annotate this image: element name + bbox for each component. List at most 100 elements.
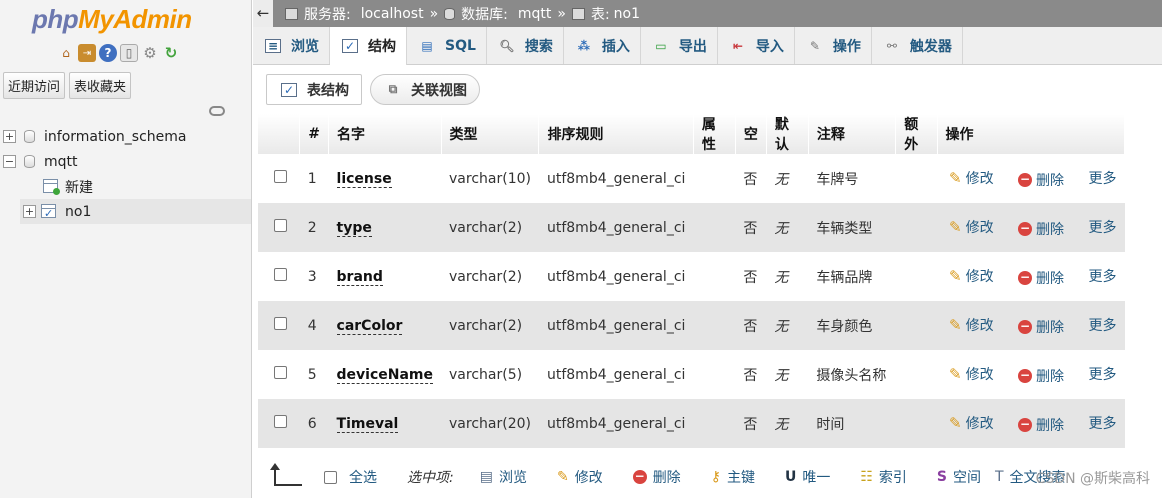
database-icon: [444, 7, 456, 20]
bulk-edit-button[interactable]: ✎ 修改: [557, 467, 603, 487]
delete-icon: −: [1018, 171, 1033, 187]
bulk-primary-key-button[interactable]: ⚷ 主键: [711, 467, 755, 487]
collapse-nav-arrow-icon[interactable]: ←: [253, 0, 273, 27]
table-row: 5 deviceName varchar(5) utf8mb4_general_…: [258, 350, 1125, 399]
tab-export[interactable]: ▭ 导出: [641, 27, 718, 64]
delete-field-link[interactable]: − 删除: [1018, 268, 1064, 288]
breadcrumb-server[interactable]: localhost: [361, 6, 424, 22]
breadcrumb-database[interactable]: mqtt: [518, 6, 552, 22]
structure-table: # 名字 类型 排序规则 属性 空 默认 注释 额外 操作 1 license …: [258, 114, 1126, 448]
field-name[interactable]: deviceName: [336, 366, 434, 384]
delete-field-link[interactable]: − 删除: [1018, 366, 1064, 386]
column-header[interactable]: 属性: [693, 114, 736, 154]
field-collation: utf8mb4_general_ci: [538, 154, 694, 203]
more-actions-link[interactable]: 更多: [1089, 168, 1117, 188]
delete-field-link[interactable]: − 删除: [1018, 170, 1064, 190]
more-actions-link[interactable]: 更多: [1089, 266, 1117, 286]
main-tabs: ≡ 浏览 ✓ 结构 ▤ SQL 🔍︎ 搜索 ⁂ 插入 ▭ 导出 ⇤ 导入 ✎ 操作 ⚯ 触发器: [253, 27, 1162, 65]
tree-item-no1[interactable]: + ✓ no1: [20, 199, 251, 224]
collapse-minus-icon[interactable]: −: [3, 155, 16, 168]
bulk-index-button[interactable]: ☷ 索引: [860, 467, 907, 487]
breadcrumb-table[interactable]: no1: [614, 6, 640, 22]
fulltext-icon: T: [994, 469, 1004, 485]
field-extra: [895, 203, 938, 252]
documentation-icon[interactable]: ▯: [120, 44, 138, 62]
tab-import[interactable]: ⇤ 导入: [718, 27, 795, 64]
field-name[interactable]: license: [336, 170, 392, 188]
favorite-tables-button[interactable]: 表收藏夹: [69, 72, 132, 99]
more-actions-link[interactable]: 更多: [1089, 413, 1117, 433]
delete-field-link[interactable]: − 删除: [1018, 415, 1064, 435]
more-actions-link[interactable]: 更多: [1089, 315, 1117, 335]
more-actions-link[interactable]: 更多: [1089, 217, 1117, 237]
expand-plus-icon[interactable]: +: [3, 130, 16, 143]
row-checkbox[interactable]: [274, 317, 287, 330]
field-type: varchar(5): [441, 350, 539, 399]
tab-triggers[interactable]: ⚯ 触发器: [872, 27, 963, 64]
row-checkbox[interactable]: [274, 366, 287, 379]
pencil-icon: ✎: [949, 413, 962, 432]
settings-gear-icon[interactable]: ⚙: [141, 44, 159, 62]
pencil-icon: ✎: [949, 315, 962, 334]
column-header[interactable]: 名字: [328, 114, 442, 154]
subtab-table-structure[interactable]: ✓ 表结构: [266, 74, 362, 105]
field-name[interactable]: type: [336, 219, 372, 237]
edit-field-link[interactable]: ✎ 修改: [949, 315, 994, 335]
column-header[interactable]: 排序规则: [538, 114, 694, 154]
edit-field-link[interactable]: ✎ 修改: [949, 266, 994, 286]
edit-field-link[interactable]: ✎ 修改: [949, 168, 994, 188]
tab-search[interactable]: 🔍︎ 搜索: [487, 27, 564, 64]
logout-icon[interactable]: ⇥: [78, 44, 96, 62]
field-name[interactable]: carColor: [336, 317, 403, 335]
reload-icon[interactable]: ↻: [162, 44, 180, 62]
link-with-main-panel-icon[interactable]: [209, 106, 225, 116]
table-row: 2 type varchar(2) utf8mb4_general_ci 否 无…: [258, 203, 1125, 252]
edit-field-link[interactable]: ✎ 修改: [949, 364, 994, 384]
tab-operations[interactable]: ✎ 操作: [795, 27, 872, 64]
tab-structure[interactable]: ✓ 结构: [330, 27, 407, 65]
bulk-delete-button[interactable]: − 删除: [632, 467, 681, 487]
column-header[interactable]: 额外: [895, 114, 938, 154]
spatial-icon: S: [936, 469, 947, 485]
delete-field-link[interactable]: − 删除: [1018, 317, 1064, 337]
select-all-label[interactable]: 全选: [349, 467, 377, 487]
column-header[interactable]: 空: [735, 114, 767, 154]
more-actions-link[interactable]: 更多: [1089, 364, 1117, 384]
bulk-spatial-button[interactable]: S 空间: [937, 467, 981, 487]
bulk-unique-button[interactable]: U 唯一: [785, 467, 830, 487]
row-checkbox[interactable]: [274, 268, 287, 281]
column-header[interactable]: 默认: [766, 114, 809, 154]
tab-insert[interactable]: ⁂ 插入: [564, 27, 641, 64]
column-header[interactable]: 注释: [808, 114, 897, 154]
table-row: 1 license varchar(10) utf8mb4_general_ci…: [258, 154, 1125, 203]
bulk-browse-button[interactable]: ▤ 浏览: [480, 467, 527, 487]
edit-field-link[interactable]: ✎ 修改: [949, 413, 994, 433]
select-all-checkbox[interactable]: [324, 470, 337, 484]
phpmyadmin-logo[interactable]: phpMyAdmin: [32, 4, 192, 35]
field-name[interactable]: Timeval: [336, 415, 399, 433]
column-header[interactable]: 类型: [441, 114, 540, 154]
field-type: varchar(10): [441, 154, 539, 203]
field-default: 无: [766, 203, 809, 252]
edit-field-link[interactable]: ✎ 修改: [949, 217, 994, 237]
recent-tables-button[interactable]: 近期访问: [3, 72, 66, 99]
field-name[interactable]: brand: [336, 268, 383, 286]
help-icon[interactable]: ?: [99, 44, 117, 62]
expand-plus-icon[interactable]: +: [23, 205, 36, 218]
row-checkbox[interactable]: [274, 219, 287, 232]
row-number: 5: [299, 350, 329, 399]
field-null: 否: [735, 301, 767, 350]
insert-icon: ⁂: [577, 38, 591, 53]
tab-sql[interactable]: ▤ SQL: [407, 27, 487, 64]
row-checkbox[interactable]: [274, 415, 287, 428]
field-attributes: [693, 350, 736, 399]
tree-item-mqtt[interactable]: − mqtt: [0, 149, 251, 174]
tab-browse[interactable]: ≡ 浏览: [253, 27, 330, 64]
delete-field-link[interactable]: − 删除: [1018, 219, 1064, 239]
subtab-relation-view[interactable]: ⧉ 关联视图: [370, 74, 480, 105]
tree-item-information-schema[interactable]: + information_schema: [0, 124, 251, 149]
pencil-icon: ✎: [949, 364, 962, 383]
row-checkbox[interactable]: [274, 170, 287, 183]
tree-item-new-table[interactable]: 新建: [0, 174, 251, 199]
home-icon[interactable]: ⌂: [57, 44, 75, 62]
